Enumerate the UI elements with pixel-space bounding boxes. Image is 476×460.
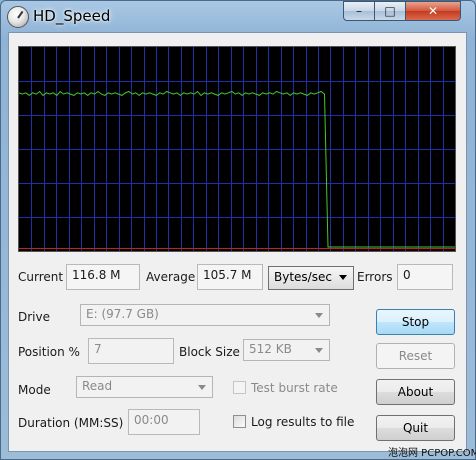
burst-rate-label: Test burst rate	[251, 381, 338, 395]
average-value: 105.7 M	[197, 264, 263, 290]
minimize-button[interactable]: –	[343, 1, 375, 21]
position-label: Position %	[18, 345, 80, 359]
mode-label: Mode	[18, 383, 51, 397]
chevron-down-icon	[198, 385, 206, 390]
window-title: HD_Speed	[33, 7, 111, 25]
burst-rate-checkbox[interactable]	[233, 381, 246, 394]
app-gauge-icon	[7, 6, 29, 28]
block-size-label: Block Size	[179, 345, 240, 359]
quit-button[interactable]: Quit	[376, 415, 455, 441]
unit-select-value: Bytes/sec	[274, 270, 332, 284]
average-label: Average	[146, 270, 196, 284]
drive-label: Drive	[18, 310, 50, 324]
block-size-select-value: 512 KB	[249, 342, 292, 356]
speed-graph-canvas	[19, 47, 455, 251]
title-bar[interactable]: HD_Speed – □ ✕	[1, 1, 475, 33]
chevron-down-icon	[315, 348, 323, 353]
current-label: Current	[18, 270, 64, 284]
about-button[interactable]: About	[376, 379, 455, 405]
mode-select[interactable]: Read	[76, 376, 213, 398]
stop-button[interactable]: Stop	[376, 309, 455, 335]
drive-select-value: E: (97.7 GB)	[86, 307, 159, 321]
mode-select-value: Read	[82, 379, 113, 393]
reset-button[interactable]: Reset	[376, 343, 455, 369]
position-input[interactable]: 7	[88, 338, 174, 364]
watermark: 泡泡网 PCPOP.COM	[388, 448, 476, 459]
duration-input[interactable]: 00:00	[128, 409, 200, 435]
speed-graph	[18, 46, 456, 252]
chevron-down-icon	[339, 275, 347, 280]
unit-select[interactable]: Bytes/sec	[268, 266, 354, 290]
close-button[interactable]: ✕	[405, 1, 461, 21]
duration-label: Duration (MM:SS)	[18, 416, 124, 430]
log-results-checkbox[interactable]	[233, 415, 246, 428]
block-size-select[interactable]: 512 KB	[243, 339, 330, 361]
log-results-label: Log results to file	[251, 415, 355, 429]
current-value: 116.8 M	[66, 264, 140, 290]
drive-select[interactable]: E: (97.7 GB)	[80, 304, 330, 326]
errors-value: 0	[397, 264, 453, 290]
errors-label: Errors	[357, 270, 393, 284]
chevron-down-icon	[315, 313, 323, 318]
maximize-button[interactable]: □	[374, 1, 406, 21]
